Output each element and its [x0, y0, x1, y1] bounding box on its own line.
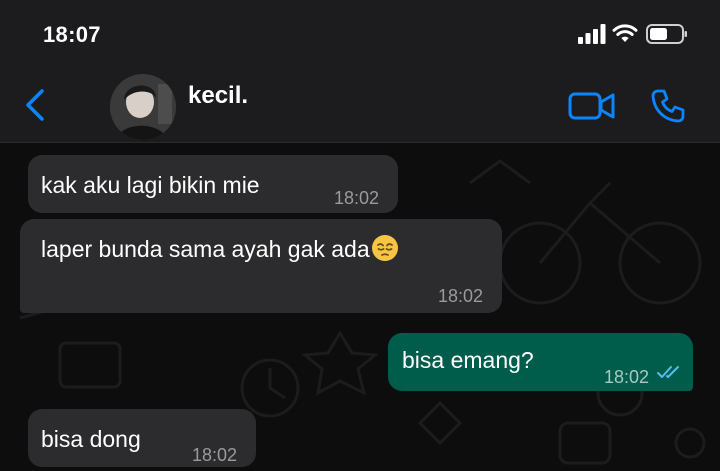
signal-icon: [578, 24, 606, 44]
message-text: laper bunda sama ayah gak ada: [41, 236, 370, 262]
chevron-left-icon[interactable]: [22, 88, 50, 122]
message-text: kak aku lagi bikin mie: [41, 172, 260, 198]
message-bubble-incoming[interactable]: bisa dong 18:02: [28, 409, 256, 467]
pensive-face-emoji: [371, 235, 398, 261]
video-camera-icon[interactable]: [568, 90, 616, 122]
battery-icon: [646, 24, 687, 44]
chat-area[interactable]: kak aku lagi bikin mie 18:02 laper bunda…: [0, 143, 720, 471]
status-time: 18:07: [43, 22, 101, 47]
message-time: 18:02: [438, 286, 484, 306]
message-bubble-outgoing[interactable]: bisa emang? 18:02: [388, 333, 693, 391]
read-double-check-icon: [657, 366, 679, 378]
message-text-line: laper bunda sama ayah gak ada: [41, 234, 399, 264]
message-text: bisa dong: [41, 426, 141, 452]
wifi-icon: [612, 24, 638, 42]
phone-icon[interactable]: [650, 88, 686, 124]
avatar[interactable]: [110, 74, 176, 140]
status-bar: 18:07: [0, 0, 720, 62]
message-time: 18:02: [192, 445, 238, 465]
chat-header: kecil.: [0, 62, 720, 143]
message-bubble-incoming[interactable]: laper bunda sama ayah gak ada 18:02: [20, 219, 502, 313]
message-time: 18:02: [334, 188, 380, 208]
contact-name[interactable]: kecil.: [188, 82, 248, 110]
avatar-photo: [110, 74, 176, 140]
message-text: bisa emang?: [402, 347, 534, 373]
message-bubble-incoming[interactable]: kak aku lagi bikin mie 18:02: [28, 155, 398, 213]
message-time: 18:02: [604, 367, 650, 387]
